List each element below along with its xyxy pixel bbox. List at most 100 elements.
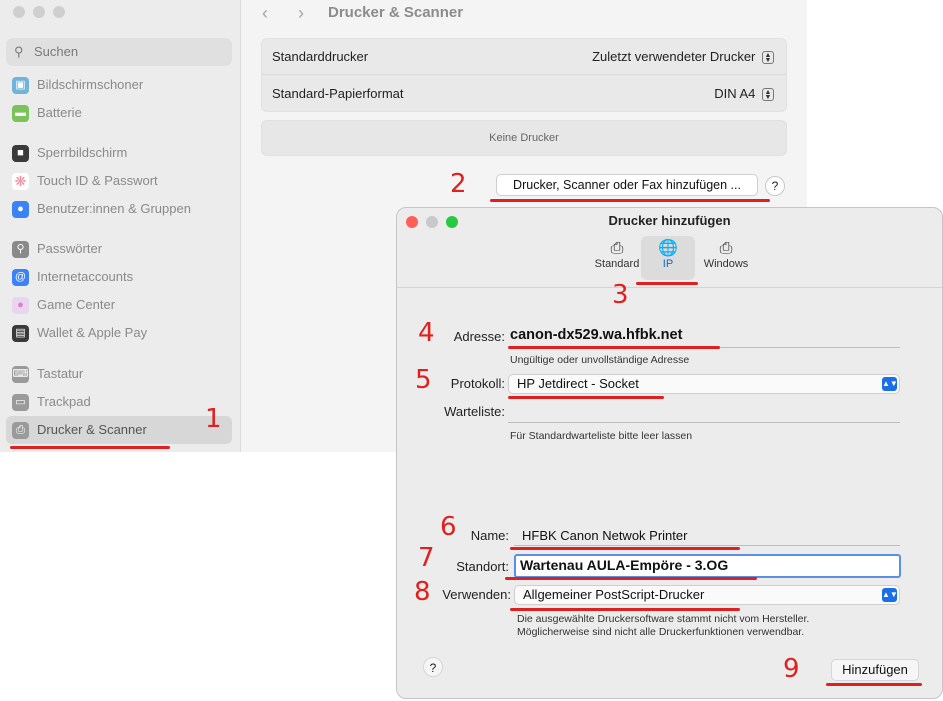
- trackpad-icon: ▭: [12, 394, 29, 411]
- tab-label: IP: [662, 258, 674, 270]
- game-center-icon: ●: [12, 297, 29, 314]
- annotation-underline-9: [826, 683, 922, 686]
- users-icon: ●: [12, 201, 29, 218]
- sidebar-item-keyboard[interactable]: ⌨ Tastatur: [6, 360, 232, 388]
- annotation-2: 2: [450, 169, 467, 199]
- annotation-underline-6: [510, 547, 740, 550]
- sidebar-item-label: Tastatur: [37, 366, 84, 381]
- location-input[interactable]: Wartenau AULA-Empöre - 3.OG: [514, 554, 901, 578]
- add-button[interactable]: Hinzufügen: [831, 659, 919, 681]
- sidebar-item-trackpad[interactable]: ▭ Trackpad: [6, 388, 232, 416]
- annotation-1: 1: [205, 404, 222, 434]
- annotation-underline-4: [508, 346, 720, 349]
- tab-label: Standard: [594, 258, 640, 270]
- sidebar-item-label: Passwörter: [37, 241, 103, 256]
- page-title: Drucker & Scanner: [328, 4, 464, 21]
- sidebar-item-label: Internetaccounts: [37, 269, 134, 284]
- sidebar-item-touch-id[interactable]: ❋ Touch ID & Passwort: [6, 167, 232, 195]
- sidebar-item-passwords[interactable]: ⚲ Passwörter: [6, 235, 232, 263]
- sidebar-item-wallet[interactable]: ▤ Wallet & Apple Pay: [6, 319, 232, 347]
- globe-icon: 🌐: [658, 240, 678, 257]
- minimize-window-button[interactable]: [33, 6, 45, 18]
- wallet-icon: ▤: [12, 325, 29, 342]
- address-label: Adresse:: [453, 329, 505, 344]
- sidebar-item-game-center[interactable]: ● Game Center: [6, 291, 232, 319]
- tab-standard[interactable]: ⎙ Standard: [589, 236, 645, 280]
- driver-select[interactable]: Allgemeiner PostScript-Drucker ▲▼: [514, 585, 900, 605]
- name-field[interactable]: HFBK Canon Netwok Printer: [522, 528, 687, 543]
- fingerprint-icon: ❋: [12, 173, 29, 190]
- chevron-updown-icon: ▲▼: [762, 51, 774, 65]
- windows-printer-icon: ⎙: [719, 240, 733, 257]
- chevron-updown-icon: ▲▼: [882, 588, 898, 602]
- sidebar-item-label: Game Center: [37, 297, 116, 312]
- annotation-underline-3: [636, 282, 698, 285]
- sidebar: ⚲ Suchen ▣ Bildschirmschoner ▬ Batterie …: [0, 0, 241, 452]
- default-printer-label: Standarddrucker: [272, 49, 369, 64]
- add-printer-dialog: Drucker hinzufügen ⎙ Standard 🌐 IP ⎙ Win…: [396, 207, 943, 699]
- protocol-value: HP Jetdirect - Socket: [517, 376, 639, 391]
- tab-ip[interactable]: 🌐 IP: [641, 236, 695, 280]
- default-printer-select[interactable]: Zuletzt verwendeter Drucker ▲ ▼: [592, 39, 774, 75]
- address-field[interactable]: canon-dx529.wa.hfbk.net: [510, 327, 682, 343]
- protocol-select[interactable]: HP Jetdirect - Socket ▲▼: [508, 374, 900, 394]
- toolbar: ‹ › Drucker & Scanner: [242, 0, 807, 30]
- screensaver-icon: ▣: [12, 77, 29, 94]
- sidebar-item-label: Wallet & Apple Pay: [37, 325, 148, 340]
- sidebar-item-users[interactable]: ● Benutzer:innen & Gruppen: [6, 195, 232, 223]
- protocol-label: Protokoll:: [450, 376, 505, 391]
- queue-label: Warteliste:: [444, 404, 505, 419]
- sidebar-item-label: Touch ID & Passwort: [37, 173, 158, 188]
- printer-settings-group: Standarddrucker Zuletzt verwendeter Druc…: [261, 38, 787, 112]
- annotation-9: 9: [783, 654, 800, 684]
- annotation-8: 8: [414, 577, 431, 607]
- printer-icon: ⎙: [12, 422, 29, 439]
- driver-value: Allgemeiner PostScript-Drucker: [523, 587, 705, 602]
- sidebar-item-internet-accounts[interactable]: @ Internetaccounts: [6, 263, 232, 291]
- sidebar-item-lock-screen[interactable]: ■ Sperrbildschirm: [6, 139, 232, 167]
- driver-note-2: Möglicherweise sind nicht alle Druckerfu…: [517, 626, 805, 638]
- address-note: Ungültige oder unvollständige Adresse: [510, 354, 690, 366]
- at-icon: @: [12, 269, 29, 286]
- sidebar-item-label: Batterie: [37, 105, 82, 120]
- back-chevron-icon[interactable]: ‹: [262, 0, 268, 26]
- no-printers-box: Keine Drucker: [261, 120, 787, 156]
- add-printer-button[interactable]: Drucker, Scanner oder Fax hinzufügen ...: [496, 174, 758, 196]
- forward-chevron-icon[interactable]: ›: [298, 0, 304, 26]
- help-button[interactable]: ?: [765, 176, 785, 196]
- name-underline: [514, 545, 900, 546]
- annotation-underline-5: [508, 396, 664, 399]
- sidebar-item-battery[interactable]: ▬ Batterie: [6, 99, 232, 127]
- sidebar-item-label: Trackpad: [37, 394, 91, 409]
- default-printer-value: Zuletzt verwendeter Drucker: [592, 49, 756, 64]
- printer-icon: ⎙: [610, 240, 624, 257]
- queue-note: Für Standardwarteliste bitte leer lassen: [510, 430, 693, 442]
- sidebar-item-label: Benutzer:innen & Gruppen: [37, 201, 191, 216]
- search-icon: ⚲: [14, 44, 24, 59]
- zoom-window-button[interactable]: [53, 6, 65, 18]
- annotation-4: 4: [418, 318, 435, 348]
- key-icon: ⚲: [12, 241, 29, 258]
- sidebar-item-printers-scanners[interactable]: ⎙ Drucker & Scanner: [6, 416, 232, 444]
- battery-icon: ▬: [12, 105, 29, 122]
- default-printer-row: Standarddrucker Zuletzt verwendeter Druc…: [262, 39, 786, 75]
- annotation-underline-7: [505, 577, 757, 580]
- sidebar-item-screensaver[interactable]: ▣ Bildschirmschoner: [6, 71, 232, 99]
- close-window-button[interactable]: [13, 6, 25, 18]
- search-input[interactable]: ⚲ Suchen: [6, 38, 232, 66]
- sidebar-item-label: Drucker & Scanner: [37, 422, 147, 437]
- lock-icon: ■: [12, 145, 29, 162]
- tab-windows[interactable]: ⎙ Windows: [698, 236, 754, 280]
- annotation-underline-8: [510, 608, 740, 611]
- search-placeholder: Suchen: [34, 44, 79, 59]
- dialog-title: Drucker hinzufügen: [608, 213, 731, 228]
- sidebar-item-label: Sperrbildschirm: [37, 145, 128, 160]
- paper-size-row: Standard-Papierformat DIN A4 ▲ ▼: [262, 76, 786, 112]
- paper-size-value: DIN A4: [714, 86, 756, 101]
- paper-size-label: Standard-Papierformat: [272, 86, 404, 101]
- dialog-help-button[interactable]: ?: [423, 657, 443, 677]
- annotation-3: 3: [612, 280, 629, 310]
- driver-note-1: Die ausgewählte Druckersoftware stammt n…: [517, 613, 810, 625]
- paper-size-select[interactable]: DIN A4 ▲ ▼: [714, 76, 774, 112]
- annotation-6: 6: [440, 512, 457, 542]
